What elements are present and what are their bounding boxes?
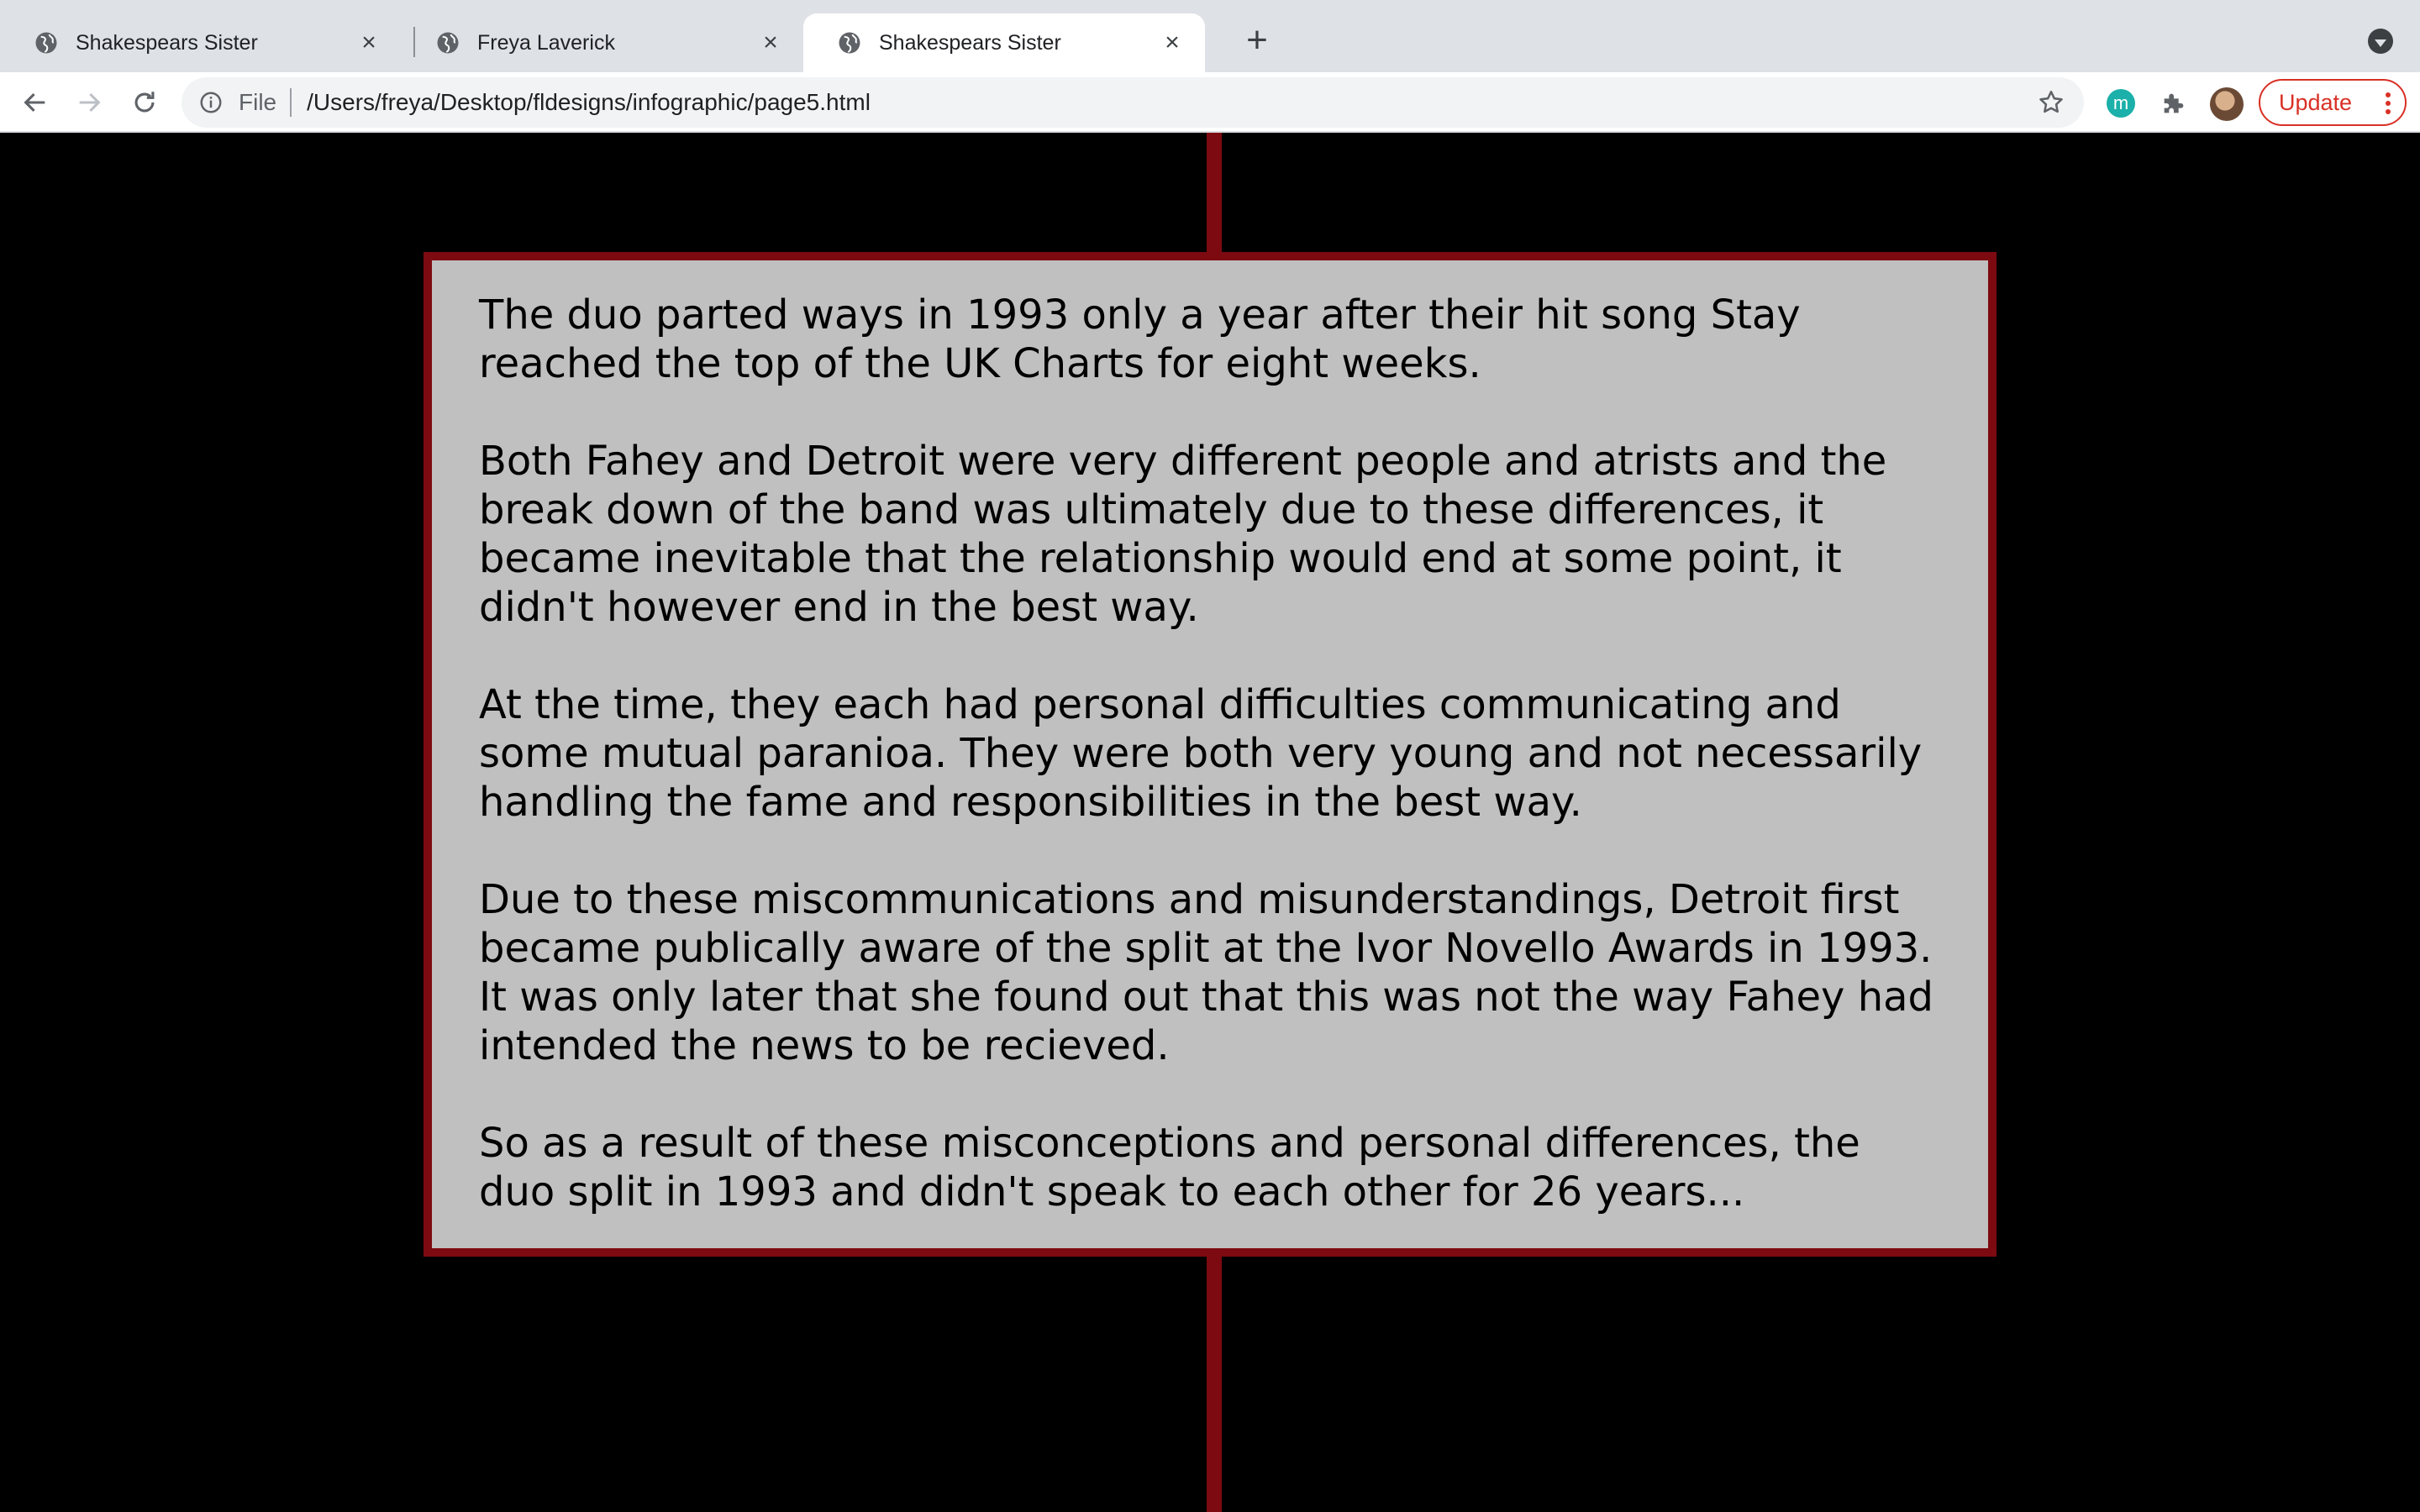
- globe-icon: [437, 32, 459, 54]
- tab-title: Freya Laverick: [477, 30, 615, 55]
- m-extension-icon[interactable]: m: [2107, 89, 2135, 118]
- update-button[interactable]: Update: [2259, 79, 2407, 126]
- arrow-right-icon: [79, 92, 101, 113]
- tab-strip: Shakespears Sister × Freya Laverick × Sh…: [0, 0, 2420, 72]
- tab-title: Shakespears Sister: [76, 30, 258, 55]
- globe-icon: [35, 32, 57, 54]
- paragraph-5: So as a result of these misconceptions a…: [479, 1120, 1860, 1215]
- info-icon[interactable]: [198, 90, 224, 115]
- tab-title: Shakespears Sister: [879, 30, 1061, 55]
- profile-avatar[interactable]: [2210, 87, 2244, 121]
- close-tab-icon[interactable]: ×: [1160, 29, 1185, 56]
- page-content: The duo parted ways in 1993 only a year …: [0, 133, 2420, 1512]
- address-bar[interactable]: File /Users/freya/Desktop/fldesigns/info…: [182, 77, 2084, 128]
- arrow-left-icon: [24, 92, 45, 113]
- close-tab-icon[interactable]: ×: [758, 29, 783, 56]
- bookmark-star-icon[interactable]: [2037, 88, 2065, 117]
- text-card: The duo parted ways in 1993 only a year …: [424, 252, 1996, 1257]
- paragraph-3: At the time, they each had personal diff…: [479, 681, 1923, 826]
- paragraph-2: Both Fahey and Detroit were very differe…: [479, 438, 1887, 631]
- more-menu-icon[interactable]: [2385, 91, 2391, 116]
- extension-letter: m: [2112, 92, 2129, 113]
- globe-icon: [839, 32, 860, 54]
- tab-search-icon[interactable]: [2368, 29, 2393, 54]
- reload-button[interactable]: [128, 86, 161, 119]
- update-label: Update: [2279, 89, 2353, 115]
- paragraph-4: Due to these miscommunications and misun…: [479, 876, 1933, 1069]
- url-text[interactable]: /Users/freya/Desktop/fldesigns/infograph…: [307, 89, 871, 116]
- close-tab-icon[interactable]: ×: [356, 29, 381, 56]
- forward-button[interactable]: [72, 86, 106, 119]
- browser-toolbar: File /Users/freya/Desktop/fldesigns/info…: [0, 72, 2420, 133]
- reload-icon: [134, 92, 155, 113]
- paragraph-1: The duo parted ways in 1993 only a year …: [479, 291, 1801, 387]
- tab-shakespears-sister-active[interactable]: Shakespears Sister ×: [803, 13, 1205, 72]
- tab-freya-laverick[interactable]: Freya Laverick ×: [402, 13, 803, 72]
- back-button[interactable]: [18, 86, 52, 119]
- scheme-label: File: [239, 88, 292, 117]
- new-tab-button[interactable]: +: [1240, 22, 1274, 59]
- puzzle-icon[interactable]: [2160, 89, 2188, 118]
- tab-shakespears-sister-1[interactable]: Shakespears Sister ×: [0, 13, 402, 72]
